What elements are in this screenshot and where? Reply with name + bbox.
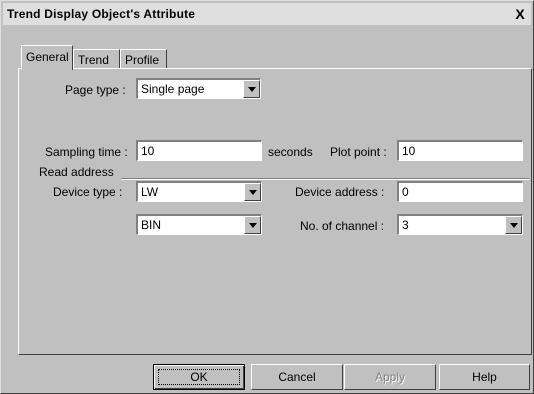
device-address-value: 0 [402, 185, 409, 199]
apply-button[interactable]: Apply [344, 364, 436, 390]
sampling-time-unit: seconds [268, 145, 313, 159]
page-type-select[interactable]: Single page [136, 78, 261, 99]
no-of-channel-value: 3 [402, 218, 409, 232]
cancel-button[interactable]: Cancel [251, 364, 343, 390]
dialog-window: Trend Display Object's Attribute X Gener… [0, 0, 534, 394]
close-icon[interactable]: X [511, 5, 529, 23]
tab-trend[interactable]: Trend [73, 49, 120, 69]
focus-rect [158, 369, 240, 385]
chevron-down-icon[interactable] [505, 216, 522, 234]
plot-point-label: Plot point : [330, 145, 387, 159]
title-bar[interactable]: Trend Display Object's Attribute X [3, 3, 531, 25]
general-panel [18, 68, 532, 355]
sampling-time-input[interactable]: 10 [136, 140, 262, 161]
page-type-label: Page type : [65, 83, 126, 97]
sampling-time-value: 10 [141, 144, 155, 158]
read-address-divider [121, 178, 529, 180]
device-type-label: Device type : [53, 185, 123, 199]
plot-point-input[interactable]: 10 [397, 140, 523, 161]
tab-general[interactable]: General [21, 45, 73, 70]
ok-button[interactable]: OK [153, 364, 245, 390]
window-title: Trend Display Object's Attribute [7, 7, 196, 21]
sampling-time-label: Sampling time : [45, 145, 128, 159]
device-type-value: LW [141, 185, 159, 199]
device-type-select[interactable]: LW [136, 181, 262, 202]
chevron-down-icon[interactable] [244, 216, 261, 234]
page-type-value: Single page [141, 82, 205, 96]
tab-profile[interactable]: Profile [120, 49, 167, 69]
format-value: BIN [141, 218, 162, 232]
chevron-down-icon[interactable] [243, 80, 260, 98]
device-address-input[interactable]: 0 [397, 181, 523, 202]
chevron-down-icon[interactable] [244, 183, 261, 201]
no-of-channel-label: No. of channel : [300, 219, 385, 233]
device-address-label: Device address : [295, 185, 385, 199]
no-of-channel-select[interactable]: 3 [397, 214, 523, 235]
plot-point-value: 10 [402, 144, 416, 158]
read-address-label: Read address [39, 165, 114, 179]
format-select[interactable]: BIN [136, 214, 262, 235]
help-button[interactable]: Help [439, 364, 530, 390]
